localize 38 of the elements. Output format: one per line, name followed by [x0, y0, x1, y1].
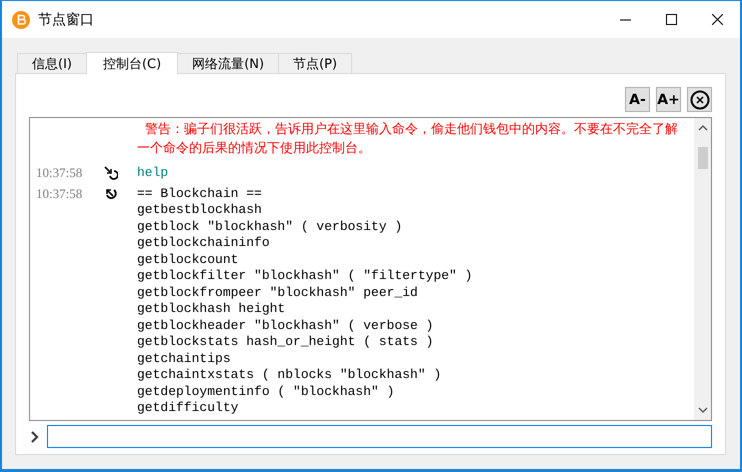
- tab[interactable]: 节点(P): [278, 53, 352, 73]
- console-line: getblockheader "blockhash" ( verbose ): [137, 318, 434, 334]
- console-line: getbestblockhash: [137, 202, 262, 218]
- command-input[interactable]: [47, 425, 712, 448]
- incoming-arrow-icon: [104, 166, 118, 180]
- outgoing-arrow-icon: [104, 186, 118, 200]
- scrollbar-thumb[interactable]: [698, 147, 708, 169]
- scroll-up-icon[interactable]: [698, 124, 708, 132]
- console-line: getblockchaininfo: [137, 235, 270, 252]
- tab[interactable]: 控制台(C): [86, 52, 178, 74]
- console-line: == Blockchain ==: [137, 186, 262, 202]
- clear-icon: [690, 90, 710, 110]
- console-line: getdeploymentinfo ( "blockhash" ): [137, 384, 394, 400]
- console-line: getblockhash height: [137, 301, 286, 318]
- bitcoin-logo-icon: [12, 10, 30, 28]
- tab[interactable]: 网络流量(N): [177, 53, 280, 73]
- warning-text: 警告：骗子们很活跃，告诉用户在这里输入命令，偷走他们钱包中的内容。不要在不完全了解一个命令的后果的情况下使用此控制台。: [136, 121, 679, 158]
- timestamp: 10:37:58: [35, 186, 84, 202]
- console-line: getblockfrompeer "blockhash" peer_id: [137, 284, 418, 301]
- console-line: getblockcount: [137, 252, 238, 268]
- prompt-icon: [29, 430, 41, 442]
- console-line: getchaintxstats ( nblocks "blockhash" ): [137, 367, 442, 384]
- scrollbar[interactable]: [694, 118, 711, 420]
- console-line: getblock "blockhash" ( verbosity ): [137, 218, 402, 235]
- scroll-down-icon[interactable]: [698, 406, 708, 414]
- console-line: getdifficulty: [137, 400, 238, 416]
- console-line: getblockfilter "blockhash" ( "filtertype" ): [137, 268, 472, 284]
- font-size-button[interactable]: A-: [625, 87, 650, 112]
- clear-button[interactable]: [687, 87, 712, 112]
- maximize-icon: [666, 14, 676, 25]
- close-icon: [712, 14, 722, 25]
- console-line: help: [137, 165, 168, 182]
- console-line: getblockstats hash_or_height ( stats ): [137, 334, 434, 350]
- timestamp: 10:37:58: [35, 165, 84, 182]
- console-line: getchaintips: [137, 350, 231, 367]
- tab[interactable]: 信息(I): [17, 53, 87, 73]
- window-title: 节点窗口: [38, 10, 95, 28]
- font-size-button[interactable]: A+: [656, 87, 681, 112]
